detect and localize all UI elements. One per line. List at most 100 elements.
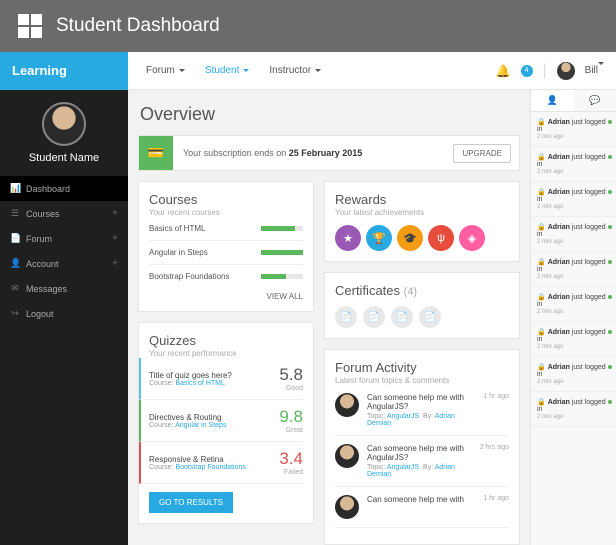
sidebar-item-label: Logout [26, 309, 54, 319]
quizzes-card: Quizzes Your recent performance Title of… [138, 322, 314, 524]
quiz-row[interactable]: Title of quiz goes here?Course: Basics o… [139, 358, 303, 400]
chevron-down-icon [243, 69, 249, 72]
feed-time: 2 min ago [537, 169, 610, 175]
forum-post-title: Can someone help me with AngularJS? [367, 393, 475, 411]
feed-tab-chat[interactable]: 💬 [574, 90, 616, 111]
forum-post-title: Can someone help me with [367, 495, 475, 504]
course-name: Bootstrap Foundations [149, 272, 230, 281]
top-nav: Forum Student Instructor [128, 52, 496, 90]
graduation-icon[interactable]: 🎓 [397, 225, 423, 251]
document-icon[interactable]: 📄 [335, 306, 357, 328]
quiz-label: Good [279, 385, 303, 392]
star-icon[interactable]: ★ [335, 225, 361, 251]
quiz-score: 3.4 [279, 449, 303, 469]
feed-item[interactable]: 🔒Adrian just logged in2 min ago [531, 217, 616, 252]
status-dot-icon [608, 260, 612, 264]
document-icon[interactable]: 📄 [363, 306, 385, 328]
rewards-card: Rewards Your latest achievements ★ 🏆 🎓 ψ… [324, 181, 520, 262]
document-icon[interactable]: 📄 [391, 306, 413, 328]
quiz-row[interactable]: Directives & RoutingCourse: Angular in S… [139, 400, 303, 442]
feed-item[interactable]: 🔒Adrian just logged in2 min ago [531, 252, 616, 287]
page-title: Overview [140, 104, 520, 125]
sidebar-item-dashboard[interactable]: 📊Dashboard [0, 176, 128, 201]
feed-item[interactable]: 🔒Adrian just logged in2 min ago [531, 112, 616, 147]
feed-time: 2 min ago [537, 274, 610, 280]
document-icon[interactable]: 📄 [419, 306, 441, 328]
forum-activity-card: Forum Activity Latest forum topics & com… [324, 349, 520, 545]
lock-icon: 🔒 [537, 189, 546, 196]
upgrade-button[interactable]: UPGRADE [453, 144, 511, 163]
feed-item[interactable]: 🔒Adrian just logged in2 min ago [531, 392, 616, 427]
brand-logo[interactable]: Learning [0, 52, 128, 90]
forum-item[interactable]: Can someone help me with AngularJS?Topic… [335, 385, 509, 436]
lock-icon: 🔒 [537, 329, 546, 336]
user-menu[interactable]: Bill [585, 65, 604, 76]
forum-meta: Topic: AngularJS By: Adrian Demian [367, 464, 472, 478]
subscription-text: Your subscription ends on 25 February 20… [173, 148, 453, 158]
course-row[interactable]: Bootstrap Foundations [149, 265, 303, 288]
trophy-icon[interactable]: 🏆 [366, 225, 392, 251]
msg-icon: ✉ [10, 283, 20, 294]
forum-item[interactable]: Can someone help me with AngularJS?Topic… [335, 436, 509, 487]
quiz-title: Directives & Routing [149, 413, 226, 422]
app-header: Learning Forum Student Instructor 🔔 4 | … [0, 52, 616, 90]
plus-icon[interactable]: + [112, 208, 118, 219]
forum-item[interactable]: Can someone help me with 1 hr ago [335, 487, 509, 528]
main-content: Overview 💳 Your subscription ends on 25 … [128, 90, 530, 545]
course-row[interactable]: Angular in Steps [149, 241, 303, 265]
avatar [335, 393, 359, 417]
topnav-item-student[interactable]: Student [195, 52, 259, 90]
progress-bar [261, 274, 303, 279]
page-topbar: Student Dashboard [0, 0, 616, 52]
sidebar-item-messages[interactable]: ✉ Messages [0, 276, 128, 301]
avatar[interactable] [42, 102, 86, 146]
sidebar: Student Name 📊Dashboard☰Courses+📄Forum+👤… [0, 90, 128, 545]
feed-item[interactable]: 🔒Adrian just logged in2 min ago [531, 147, 616, 182]
bell-icon[interactable]: 🔔 [496, 64, 511, 78]
progress-bar [261, 250, 303, 255]
sidebar-item-logout[interactable]: ↪Logout [0, 301, 128, 326]
diamond-icon[interactable]: ◈ [459, 225, 485, 251]
feed-item[interactable]: 🔒Adrian just logged in2 min ago [531, 322, 616, 357]
side-nav: 📊Dashboard☰Courses+📄Forum+👤Account+✉Mess… [0, 176, 128, 326]
status-dot-icon [608, 155, 612, 159]
go-to-results-button[interactable]: GO TO RESULTS [149, 492, 233, 513]
feed-item[interactable]: 🔒Adrian just logged in2 min ago [531, 357, 616, 392]
notification-badge[interactable]: 4 [521, 65, 533, 77]
profile-name: Student Name [0, 152, 128, 164]
feed-item[interactable]: 🔒Adrian just logged in2 min ago [531, 182, 616, 217]
topnav-item-instructor[interactable]: Instructor [259, 52, 331, 90]
forum-time: 2 hrs ago [480, 444, 509, 478]
grid-icon [18, 14, 42, 38]
status-dot-icon [608, 330, 612, 334]
sidebar-item-label: Courses [26, 209, 60, 219]
quiz-course: Course: Basics of HTML [149, 380, 232, 387]
view-all-link[interactable]: VIEW ALL [149, 288, 303, 301]
list-icon: ☰ [10, 208, 20, 219]
quiz-score: 9.8 [279, 407, 303, 427]
feed-item[interactable]: 🔒Adrian just logged in2 min ago [531, 287, 616, 322]
lock-icon: 🔒 [537, 154, 546, 161]
topnav-item-forum[interactable]: Forum [136, 52, 195, 90]
quiz-row[interactable]: Responsive & RetinaCourse: Bootstrap Fou… [139, 442, 303, 484]
user-icon: 👤 [10, 258, 20, 269]
feed-time: 2 min ago [537, 379, 610, 385]
quiz-course: Course: Bootstrap Foundations [149, 464, 246, 471]
feed-time: 2 min ago [537, 344, 610, 350]
sidebar-item-account[interactable]: 👤Account+ [0, 251, 128, 276]
sidebar-item-courses[interactable]: ☰ Courses + [0, 201, 128, 226]
status-dot-icon [608, 225, 612, 229]
plus-icon[interactable]: + [112, 233, 118, 244]
feed-text: 🔒Adrian just logged in [537, 293, 610, 308]
quiz-title: Responsive & Retina [149, 455, 246, 464]
feed-tab-people[interactable]: 👤 [531, 90, 574, 111]
avatar[interactable] [557, 62, 575, 80]
plus-icon[interactable]: + [112, 258, 118, 269]
sidebar-item-forum[interactable]: 📄Forum+ [0, 226, 128, 251]
feed-text: 🔒Adrian just logged in [537, 258, 610, 273]
lock-icon: 🔒 [537, 294, 546, 301]
sidebar-item-label: Messages [26, 284, 67, 294]
status-dot-icon [608, 190, 612, 194]
branch-icon[interactable]: ψ [428, 225, 454, 251]
course-row[interactable]: Basics of HTML [149, 217, 303, 241]
